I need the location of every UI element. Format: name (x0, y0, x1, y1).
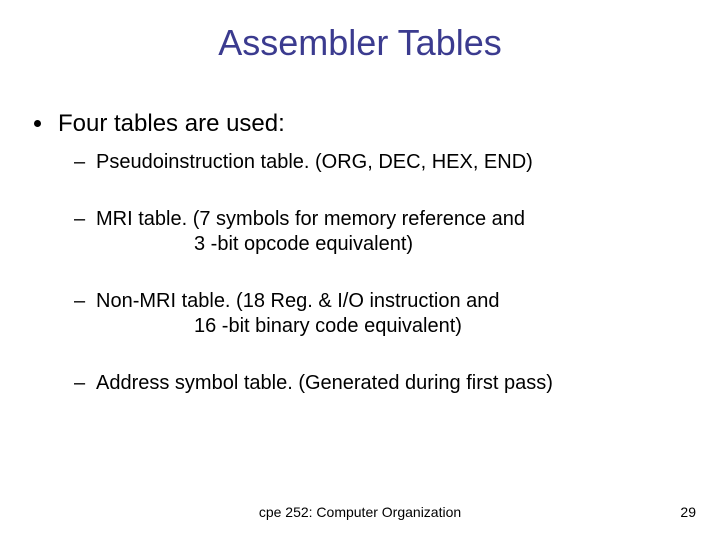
dash-bullet-icon: – (74, 207, 85, 232)
sub-item-text: Non-MRI table. (18 Reg. & I/O instructio… (96, 290, 500, 312)
bullet-lead: Four tables are used: (26, 110, 700, 138)
footer-course: cpe 252: Computer Organization (0, 504, 720, 520)
sub-item-text: MRI table. (7 symbols for memory referen… (96, 208, 525, 230)
dash-bullet-icon: – (74, 371, 85, 396)
slide: Assembler Tables Four tables are used: –… (0, 0, 720, 540)
disc-bullet-icon (34, 120, 41, 127)
lead-text: Four tables are used: (58, 110, 285, 137)
sub-item-text: Pseudoinstruction table. (ORG, DEC, HEX,… (96, 151, 533, 173)
dash-bullet-icon: – (74, 289, 85, 314)
sub-item-continuation: 16 -bit binary code equivalent) (96, 314, 700, 339)
slide-content: Four tables are used: – Pseudoinstructio… (20, 110, 700, 396)
dash-bullet-icon: – (74, 150, 85, 175)
sub-item-continuation: 3 -bit opcode equivalent) (96, 232, 700, 257)
slide-title: Assembler Tables (20, 22, 700, 64)
sub-item: – Address symbol table. (Generated durin… (26, 371, 700, 396)
sub-item: – MRI table. (7 symbols for memory refer… (26, 207, 700, 257)
sub-item: – Non-MRI table. (18 Reg. & I/O instruct… (26, 289, 700, 339)
sub-item-text: Address symbol table. (Generated during … (96, 372, 553, 394)
footer-page-number: 29 (680, 504, 696, 520)
sub-item: – Pseudoinstruction table. (ORG, DEC, HE… (26, 150, 700, 175)
